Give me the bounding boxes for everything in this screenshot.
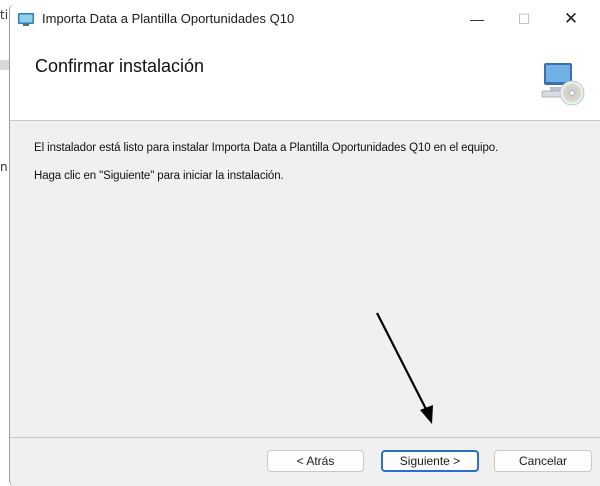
maximize-button[interactable]: ☐ bbox=[501, 4, 547, 34]
background-text-fragment: n bbox=[0, 160, 8, 174]
footer-divider bbox=[10, 437, 600, 438]
next-button[interactable]: Siguiente > bbox=[381, 450, 479, 472]
background-app-strip: ti n bbox=[0, 0, 9, 486]
computer-cd-icon bbox=[540, 61, 586, 107]
background-text-fragment: ti bbox=[0, 8, 9, 22]
cancel-button[interactable]: Cancelar bbox=[494, 450, 592, 472]
close-button[interactable]: ✕ bbox=[548, 4, 594, 34]
minimize-button[interactable]: — bbox=[454, 4, 500, 34]
wizard-header: Confirmar instalación bbox=[10, 34, 600, 121]
title-bar[interactable]: Importa Data a Plantilla Oportunidades Q… bbox=[10, 4, 600, 34]
back-button[interactable]: < Atrás bbox=[267, 450, 364, 472]
installer-app-icon bbox=[17, 11, 35, 27]
window-title: Importa Data a Plantilla Oportunidades Q… bbox=[42, 11, 295, 26]
instruction-message: Haga clic en "Siguiente" para iniciar la… bbox=[34, 170, 284, 182]
installer-window: Importa Data a Plantilla Oportunidades Q… bbox=[9, 4, 600, 486]
ready-message: El instalador está listo para instalar I… bbox=[34, 142, 499, 154]
background-bar bbox=[0, 60, 9, 70]
page-title: Confirmar instalación bbox=[35, 56, 205, 76]
